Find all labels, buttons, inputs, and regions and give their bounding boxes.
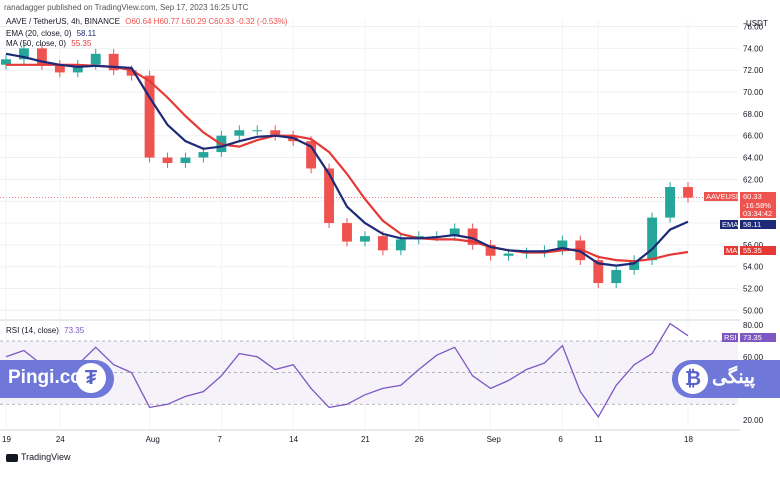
candle-body bbox=[252, 130, 263, 132]
currency-label: USDT bbox=[746, 19, 768, 28]
ma-legend[interactable]: MA (50, close, 0) 55.35 bbox=[6, 39, 91, 48]
candle-body bbox=[503, 253, 514, 256]
candle-body bbox=[647, 217, 658, 261]
candle-body bbox=[90, 53, 101, 65]
rsi-tick-label: 20.00 bbox=[743, 416, 764, 425]
candle-body bbox=[198, 152, 209, 158]
rsi-legend-value: 73.35 bbox=[64, 326, 85, 335]
price-tick-label: 68.00 bbox=[743, 110, 764, 119]
candle-body bbox=[234, 130, 245, 136]
candle-body bbox=[162, 157, 173, 163]
price-tick-label: 62.00 bbox=[743, 175, 764, 184]
brand-name-latin: Pingi.co bbox=[8, 367, 82, 388]
publish-header: ranadagger published on TradingView.com,… bbox=[4, 3, 249, 12]
brand-name-persian: پینگی bbox=[712, 367, 756, 388]
time-tick-label: Sep bbox=[487, 435, 502, 444]
rsi-tag-value: 73.35 bbox=[743, 333, 762, 342]
ema-tag-value: 58.11 bbox=[743, 220, 761, 229]
rsi-legend[interactable]: RSI (14, close) 73.35 bbox=[6, 326, 84, 335]
rsi-legend-label: RSI (14, close) bbox=[6, 326, 59, 335]
time-tick-label: 24 bbox=[56, 435, 65, 444]
price-tag-value: 60.33 bbox=[743, 192, 762, 201]
price-tick-label: 50.00 bbox=[743, 306, 764, 315]
rsi-tag-name: RSI bbox=[724, 333, 737, 342]
price-tick-label: 54.00 bbox=[743, 263, 764, 272]
ma-legend-label: MA (50, close, 0) bbox=[6, 39, 67, 48]
price-tick-label: 66.00 bbox=[743, 132, 764, 141]
ema-legend[interactable]: EMA (20, close, 0) 58.11 bbox=[6, 29, 96, 38]
ema-legend-value: 58.11 bbox=[76, 29, 97, 38]
tradingview-footer[interactable]: TradingView bbox=[6, 452, 71, 462]
candle-body bbox=[683, 187, 693, 198]
price-chart[interactable]: 76.0074.0072.0070.0068.0066.0064.0062.00… bbox=[0, 0, 780, 480]
footer-label: TradingView bbox=[21, 452, 71, 462]
time-tick-label: Aug bbox=[146, 435, 160, 444]
price-tick-label: 52.00 bbox=[743, 285, 764, 294]
candle-body bbox=[360, 236, 370, 242]
time-tick-label: 14 bbox=[289, 435, 298, 444]
bitcoin-icon: ₿ bbox=[678, 364, 708, 394]
tether-icon: ₮ bbox=[76, 363, 106, 393]
candle-body bbox=[377, 236, 388, 251]
time-tick-label: 18 bbox=[684, 435, 693, 444]
candle-body bbox=[144, 75, 155, 158]
ema-legend-label: EMA (20, close, 0) bbox=[6, 29, 72, 38]
candle-body bbox=[180, 157, 191, 163]
time-tick-label: 7 bbox=[217, 435, 222, 444]
candle-body bbox=[665, 187, 675, 218]
candle-body bbox=[395, 239, 406, 251]
time-tick-label: 6 bbox=[558, 435, 563, 444]
time-tick-label: 26 bbox=[415, 435, 424, 444]
symbol-label[interactable]: AAVE / TetherUS, 4h, BINANCE bbox=[6, 17, 120, 26]
price-tick-label: 74.00 bbox=[743, 44, 764, 53]
time-axis[interactable]: 19 24 Aug 7 14 21 26 Sep 6 11 18 bbox=[2, 435, 693, 444]
ema-tag-name: EMA bbox=[722, 220, 738, 229]
time-tick-label: 11 bbox=[594, 435, 603, 444]
time-tick-label: 21 bbox=[361, 435, 370, 444]
rsi-tick-label: 80.00 bbox=[743, 321, 764, 330]
price-tick-label: 64.00 bbox=[743, 154, 764, 163]
candle-body bbox=[324, 168, 334, 224]
ma-tag-value: 55.35 bbox=[743, 246, 762, 255]
tradingview-logo-icon bbox=[6, 453, 18, 462]
time-tick-label: 19 bbox=[2, 435, 11, 444]
candles bbox=[1, 43, 693, 288]
price-tick-label: 72.00 bbox=[743, 66, 764, 75]
candle-body bbox=[342, 223, 352, 242]
ma-tag-name: MA bbox=[726, 246, 737, 255]
symbol-legend: AAVE / TetherUS, 4h, BINANCE O60.64 H60.… bbox=[6, 17, 288, 26]
ma-legend-value: 55.35 bbox=[71, 39, 92, 48]
ohlc-values: O60.64 H60.77 L60.29 C60.33 -0.32 (-0.53… bbox=[125, 17, 288, 26]
price-tick-label: 70.00 bbox=[743, 88, 764, 97]
price-tag-timer: 03:34:42 bbox=[743, 209, 772, 218]
candle-body bbox=[611, 269, 622, 284]
